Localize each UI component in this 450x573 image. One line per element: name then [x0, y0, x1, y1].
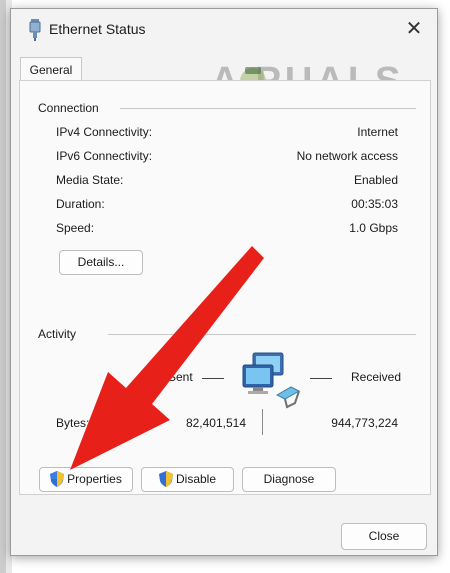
annotation-arrow [70, 246, 264, 470]
